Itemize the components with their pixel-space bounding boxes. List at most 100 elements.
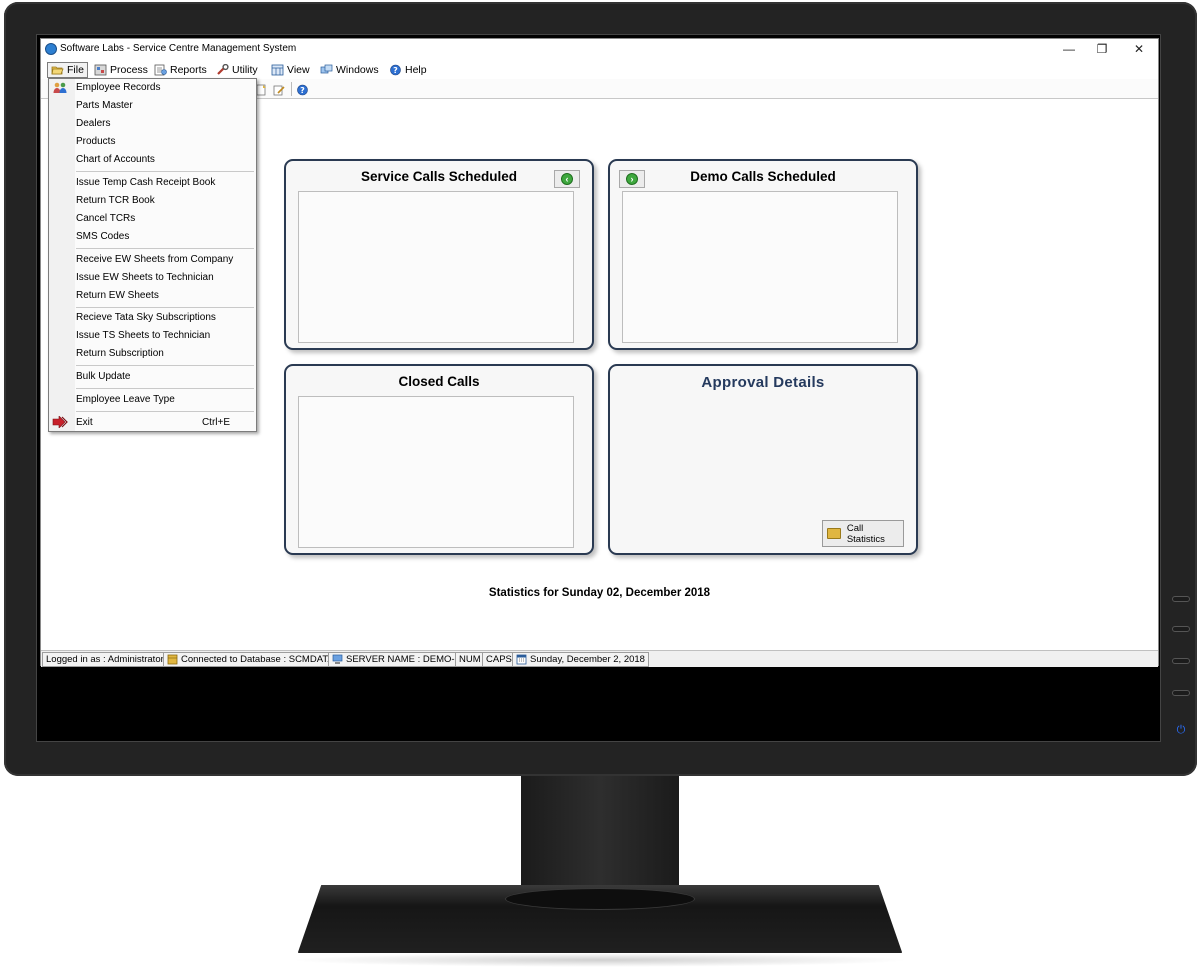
- menu-windows-label: Windows: [336, 64, 379, 76]
- window-title: Software Labs - Service Centre Managemen…: [60, 43, 297, 54]
- menu-item-label: Exit: [76, 417, 93, 428]
- toolbar-help-icon[interactable]: ?: [296, 83, 309, 96]
- status-date-text: Sunday, December 2, 2018: [530, 654, 645, 665]
- menu-separator: [76, 411, 254, 412]
- call-statistics-button[interactable]: Call Statistics: [822, 520, 904, 547]
- menu-item-dealers[interactable]: Dealers: [49, 115, 256, 133]
- folder-open-icon: [51, 64, 64, 76]
- statistics-date-line: Statistics for Sunday 02, December 2018: [488, 587, 711, 599]
- restore-button[interactable]: ❐: [1087, 41, 1117, 57]
- menu-item-label: Dealers: [76, 118, 111, 129]
- title-bar: Software Labs - Service Centre Managemen…: [41, 39, 1158, 61]
- reports-icon: [154, 64, 167, 76]
- menu-windows[interactable]: Windows: [317, 62, 382, 78]
- service-calls-nav-button[interactable]: ‹: [554, 170, 580, 188]
- demo-calls-nav-button[interactable]: ›: [619, 170, 645, 188]
- view-icon: [271, 64, 284, 76]
- menu-item-sms-codes[interactable]: SMS Codes: [49, 228, 256, 246]
- menu-item-label: Employee Leave Type: [76, 394, 175, 405]
- menu-item-products[interactable]: Products: [49, 133, 256, 151]
- app-window: Software Labs - Service Centre Managemen…: [40, 38, 1159, 667]
- menu-item-label: Return TCR Book: [76, 195, 155, 206]
- menu-item-receive-tata-sky[interactable]: Recieve Tata Sky Subscriptions: [49, 309, 256, 327]
- status-bar: Logged in as : Administrator Connected t…: [41, 650, 1158, 667]
- menu-item-chart-of-accounts[interactable]: Chart of Accounts: [49, 151, 256, 169]
- menu-separator: [76, 171, 254, 172]
- menu-item-issue-ts-sheets[interactable]: Issue TS Sheets to Technician: [49, 327, 256, 345]
- folder-icon: [827, 528, 841, 539]
- monitor-side-button: [1172, 658, 1190, 664]
- menu-view[interactable]: View: [268, 62, 313, 78]
- menu-item-parts-master[interactable]: Parts Master: [49, 97, 256, 115]
- approval-details-panel: Approval Details Call Statistics: [608, 364, 918, 555]
- menu-separator: [76, 307, 254, 308]
- app-logo-icon: [45, 43, 57, 55]
- menu-item-issue-temp-cash-receipt-book[interactable]: Issue Temp Cash Receipt Book: [49, 174, 256, 192]
- status-caps-text: CAPS: [486, 654, 512, 665]
- menu-help-label: Help: [405, 64, 427, 76]
- menu-item-return-subscription[interactable]: Return Subscription: [49, 345, 256, 363]
- status-logged-in-text: Logged in as : Administrator: [46, 654, 164, 665]
- status-database: Connected to Database : SCMDATA: [163, 652, 338, 667]
- menu-item-label: Products: [76, 136, 116, 147]
- exit-icon: [52, 415, 68, 431]
- menu-reports[interactable]: Reports: [151, 62, 210, 78]
- server-icon: [332, 654, 343, 665]
- menu-process[interactable]: Process: [91, 62, 151, 78]
- menu-utility[interactable]: Utility: [213, 62, 261, 78]
- menu-item-label: Recieve Tata Sky Subscriptions: [76, 312, 216, 323]
- menu-item-return-ew-sheets[interactable]: Return EW Sheets: [49, 287, 256, 305]
- menu-utility-label: Utility: [232, 64, 258, 76]
- menu-process-label: Process: [110, 64, 148, 76]
- file-dropdown-menu: Employee Records Parts Master Dealers Pr…: [48, 78, 257, 432]
- demo-calls-list[interactable]: [622, 191, 898, 343]
- menu-item-label: Cancel TCRs: [76, 213, 136, 224]
- status-server-text: SERVER NAME : DEMO-PC: [346, 654, 468, 665]
- service-calls-title: Service Calls Scheduled: [360, 169, 518, 184]
- database-icon: [167, 654, 178, 665]
- closed-calls-panel: Closed Calls: [284, 364, 594, 555]
- menu-help[interactable]: ? Help: [386, 62, 430, 78]
- svg-text:?: ?: [393, 66, 398, 75]
- menu-file[interactable]: File: [47, 62, 88, 78]
- close-button[interactable]: ✕: [1124, 41, 1154, 57]
- service-calls-list[interactable]: [298, 191, 574, 343]
- monitor-side-button: [1172, 690, 1190, 696]
- monitor-side-button: [1172, 626, 1190, 632]
- menu-item-issue-ew-sheets[interactable]: Issue EW Sheets to Technician: [49, 269, 256, 287]
- menu-item-label: Parts Master: [76, 100, 133, 111]
- approval-details-title: Approval Details: [701, 374, 825, 391]
- menu-item-bulk-update[interactable]: Bulk Update: [49, 368, 256, 386]
- status-date: Sunday, December 2, 2018: [512, 652, 649, 667]
- menu-separator: [76, 388, 254, 389]
- menu-item-employee-leave-type[interactable]: Employee Leave Type: [49, 391, 256, 409]
- status-database-text: Connected to Database : SCMDATA: [181, 654, 334, 665]
- menu-bar: File Process Reports Utility View Window…: [41, 61, 1158, 79]
- status-num: NUM: [455, 652, 485, 667]
- menu-separator: [76, 248, 254, 249]
- menu-reports-label: Reports: [170, 64, 207, 76]
- menu-item-employee-records[interactable]: Employee Records: [49, 79, 256, 97]
- closed-calls-list[interactable]: [298, 396, 574, 548]
- toolbar-edit-icon[interactable]: [273, 83, 286, 96]
- minimize-button[interactable]: —: [1054, 41, 1084, 57]
- menu-item-receive-ew-sheets[interactable]: Receive EW Sheets from Company: [49, 251, 256, 269]
- menu-item-cancel-tcrs[interactable]: Cancel TCRs: [49, 210, 256, 228]
- menu-item-label: Employee Records: [76, 82, 161, 93]
- menu-file-label: File: [67, 64, 84, 76]
- demo-calls-title: Demo Calls Scheduled: [690, 169, 836, 184]
- menu-item-label: Bulk Update: [76, 371, 131, 382]
- menu-item-return-tcr-book[interactable]: Return TCR Book: [49, 192, 256, 210]
- monitor-stand-ring: [505, 888, 695, 910]
- menu-item-label: Return Subscription: [76, 348, 164, 359]
- menu-item-label: Receive EW Sheets from Company: [76, 254, 234, 265]
- menu-item-label: Issue EW Sheets to Technician: [76, 272, 214, 283]
- monitor-stand-neck: [521, 776, 679, 896]
- svg-text:?: ?: [300, 86, 305, 95]
- wrench-icon: [216, 63, 229, 76]
- call-statistics-label: Call Statistics: [846, 522, 885, 545]
- calendar-icon: [516, 654, 527, 665]
- menu-item-exit[interactable]: Exit Ctrl+E: [49, 414, 256, 432]
- help-icon: ?: [389, 64, 402, 76]
- toolbar-separator: [291, 82, 292, 96]
